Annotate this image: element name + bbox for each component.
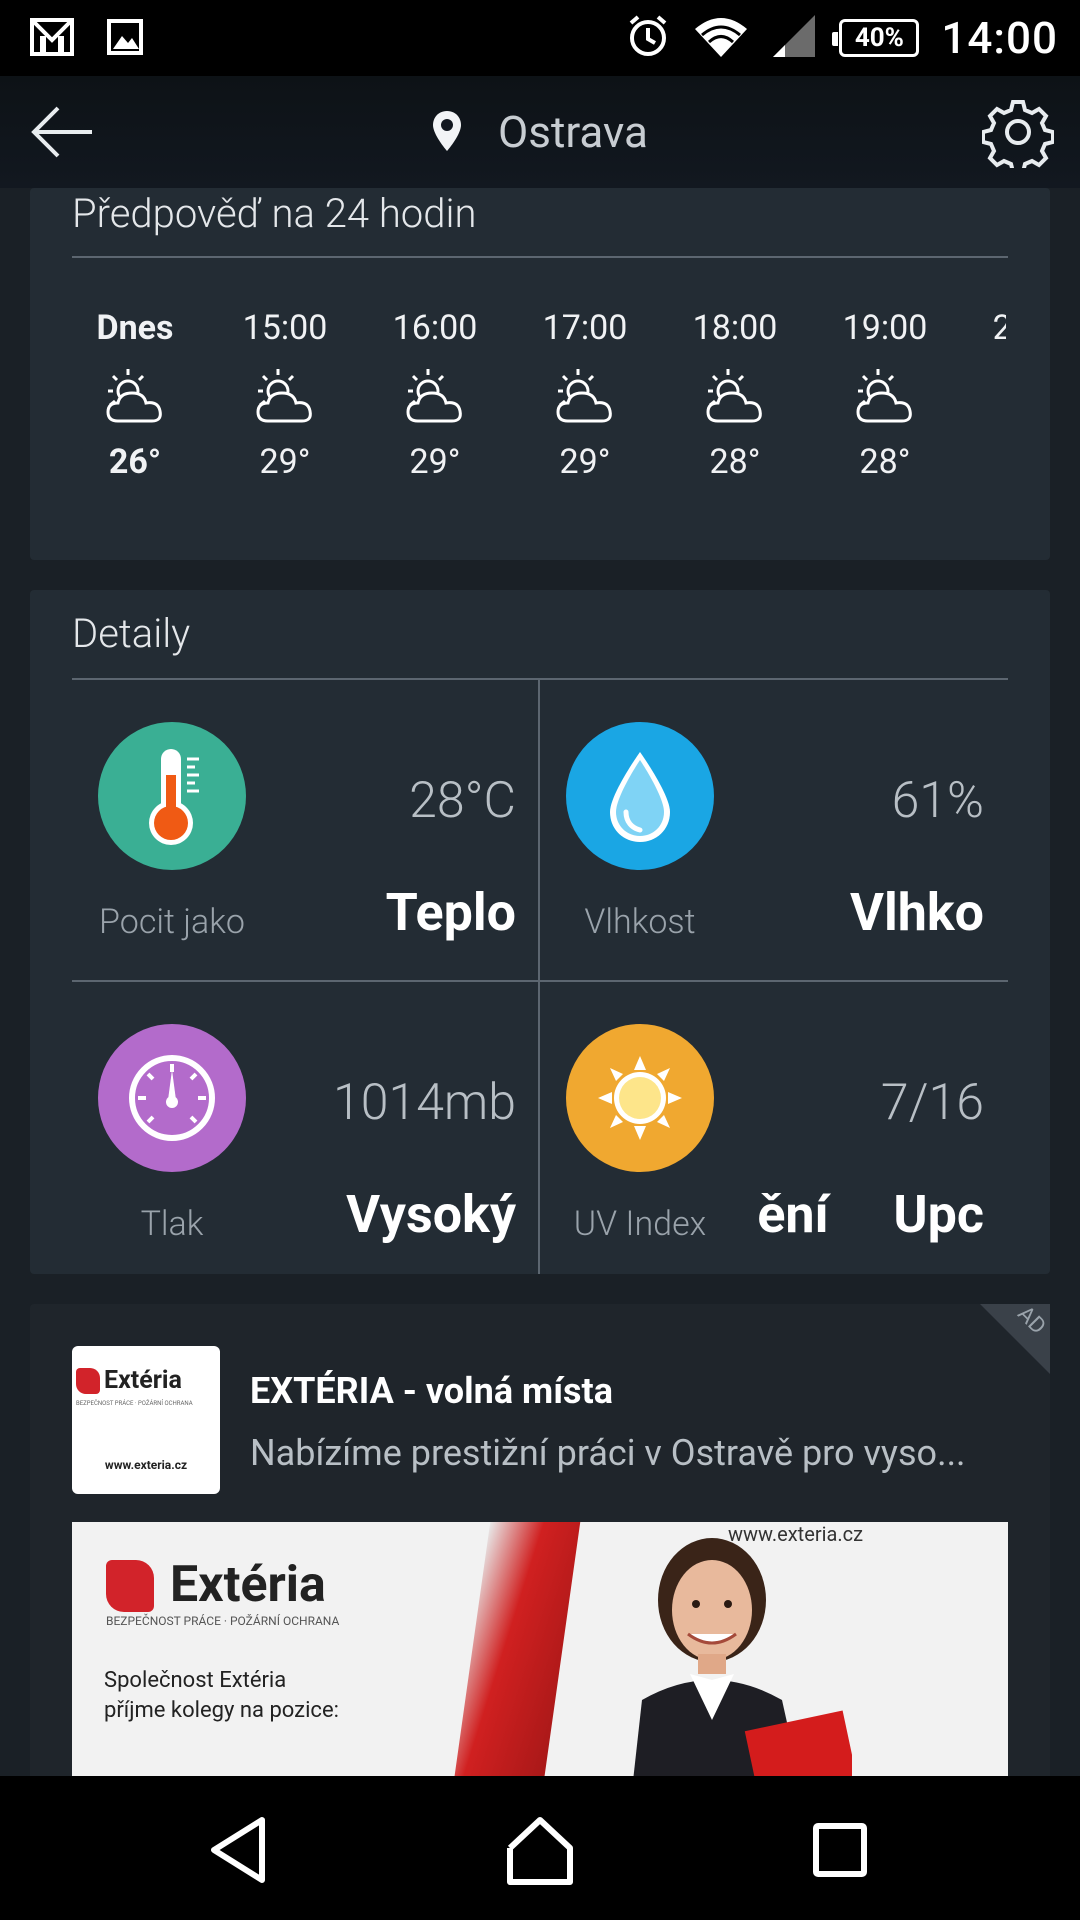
nav-back-button[interactable] xyxy=(200,1810,280,1890)
banner-line-1: Společnost Extéria xyxy=(104,1668,287,1693)
detail-description-marquee: ění Upc xyxy=(757,1184,984,1245)
hour-temp: 29° xyxy=(559,442,611,482)
detail-feels-like: Pocit jako 28°C Teplo xyxy=(72,682,540,982)
details-card: Detaily Pocit jako 28°C Teplo Vlhkost 61… xyxy=(30,590,1050,1274)
ad-logo-url: www.exteria.cz xyxy=(104,1458,188,1472)
hour-time: 15:00 xyxy=(242,308,328,348)
forecast-title: Předpověď na 24 hodin xyxy=(72,190,477,237)
location-name: Ostrava xyxy=(498,106,648,158)
sun-icon xyxy=(566,1024,714,1172)
hour-time: Dnes xyxy=(96,308,174,348)
arrow-back-icon xyxy=(31,106,92,158)
detail-value: 61% xyxy=(891,772,984,830)
detail-value: 28°C xyxy=(409,772,516,830)
gallery-icon xyxy=(106,16,146,62)
nav-home-button[interactable] xyxy=(500,1810,580,1890)
gmail-icon xyxy=(30,16,76,62)
ad-logo[interactable]: Extéria BEZPEČNOST PRÁCE · POŽÁRNÍ OCHRA… xyxy=(72,1346,220,1494)
hour-time: 19:00 xyxy=(842,308,928,348)
banner-red-stripe xyxy=(453,1522,581,1776)
hour-item: Dnes 26° xyxy=(60,308,210,482)
banner-brand: Extéria xyxy=(170,1556,326,1614)
detail-value: 7/16 xyxy=(880,1074,984,1132)
forecast-divider xyxy=(72,256,1008,258)
detail-description: Vlhko xyxy=(850,882,984,943)
banner-person-image xyxy=(632,1530,860,1776)
exteria-e-icon xyxy=(76,1368,100,1394)
navigation-bar xyxy=(0,1776,1080,1920)
banner-e-icon xyxy=(106,1560,154,1612)
app-bar: Ostrava xyxy=(0,76,1080,188)
battery-icon: 40% xyxy=(832,19,920,57)
ad-description: Nabízíme prestižní práci v Ostravě pro v… xyxy=(250,1432,966,1474)
ad-logo-text: Extéria xyxy=(104,1366,182,1395)
detail-description: Vysoký xyxy=(346,1184,516,1245)
hour-temp: 29° xyxy=(409,442,461,482)
hour-time: 20:00 xyxy=(992,308,1006,348)
status-bar: 40% 14:00 xyxy=(0,0,1080,76)
detail-humidity: Vlhkost 61% Vlhko xyxy=(540,682,1008,982)
detail-pressure: Tlak 1014mb Vysoký xyxy=(72,984,540,1284)
hour-temp: 27° xyxy=(960,442,1006,482)
nav-back-icon xyxy=(211,1817,265,1883)
location-pin-icon xyxy=(433,111,461,151)
partly-cloudy-icon xyxy=(510,352,660,442)
hour-temp: 28° xyxy=(709,442,761,482)
hour-temp: 28° xyxy=(859,442,911,482)
water-drop-icon xyxy=(566,722,714,870)
hour-temp: 26° xyxy=(108,442,162,482)
location-selector[interactable]: Ostrava xyxy=(430,98,648,166)
hour-time: 18:00 xyxy=(692,308,778,348)
hour-item: 17:00 29° xyxy=(510,308,660,482)
nav-recents-button[interactable] xyxy=(800,1810,880,1890)
hour-time: 17:00 xyxy=(542,308,628,348)
partly-cloudy-icon xyxy=(660,352,810,442)
hour-item: 18:00 28° xyxy=(660,308,810,482)
detail-label: Pocit jako xyxy=(99,902,245,942)
ad-logo-subtext: BEZPEČNOST PRÁCE · POŽÁRNÍ OCHRANA xyxy=(76,1400,193,1407)
details-divider-top xyxy=(72,678,1008,680)
ad-banner[interactable]: Extéria BEZPEČNOST PRÁCE · POŽÁRNÍ OCHRA… xyxy=(72,1522,1008,1776)
partly-cloudy-icon xyxy=(60,352,210,442)
settings-button[interactable] xyxy=(981,96,1055,174)
details-title: Detaily xyxy=(72,610,191,657)
detail-description: Teplo xyxy=(385,882,516,943)
banner-subtext: BEZPEČNOST PRÁCE · POŽÁRNÍ OCHRANA xyxy=(106,1614,340,1628)
hour-item: 16:00 29° xyxy=(360,308,510,482)
partly-cloudy-icon xyxy=(960,352,1006,442)
partly-cloudy-icon xyxy=(210,352,360,442)
nav-recents-icon xyxy=(813,1823,867,1877)
ad-card[interactable]: AD Extéria BEZPEČNOST PRÁCE · POŽÁRNÍ OC… xyxy=(30,1301,1051,1776)
back-button[interactable] xyxy=(28,96,100,168)
alarm-icon xyxy=(625,13,671,63)
content-scroll[interactable]: Předpověď na 24 hodin Dnes 26° 15:00 29° 16:… xyxy=(0,188,1080,1776)
forecast-card: Předpověď na 24 hodin Dnes 26° 15:00 29° 16:… xyxy=(30,188,1050,560)
detail-label: Vlhkost xyxy=(584,902,696,942)
hourly-forecast[interactable]: Dnes 26° 15:00 29° 16:00 29° 17:00 29° 18:00 28° 1… xyxy=(60,308,1007,508)
ad-title[interactable]: EXTÉRIA - volná místa xyxy=(250,1370,613,1412)
partly-cloudy-icon xyxy=(360,352,510,442)
detail-label: Tlak xyxy=(140,1204,204,1244)
wifi-icon xyxy=(693,13,749,63)
partly-cloudy-icon xyxy=(810,352,960,442)
detail-uv-index: UV Index 7/16 ění Upc xyxy=(540,984,1008,1284)
detail-label: UV Index xyxy=(573,1204,707,1244)
gauge-icon xyxy=(98,1024,246,1172)
thermometer-icon xyxy=(98,722,246,870)
signal-icon xyxy=(771,13,817,63)
battery-level: 40% xyxy=(854,23,904,53)
hour-item: 15:00 29° xyxy=(210,308,360,482)
hour-item: 20:00 27° xyxy=(960,308,1006,482)
detail-value: 1014mb xyxy=(332,1074,516,1132)
banner-line-2: příjme kolegy na pozice: xyxy=(104,1698,339,1723)
hour-time: 16:00 xyxy=(392,308,478,348)
nav-home-icon xyxy=(507,1817,573,1885)
gear-icon xyxy=(981,100,1055,174)
hour-item: 19:00 28° xyxy=(810,308,960,482)
hour-temp: 29° xyxy=(259,442,311,482)
clock: 14:00 xyxy=(941,12,1058,64)
